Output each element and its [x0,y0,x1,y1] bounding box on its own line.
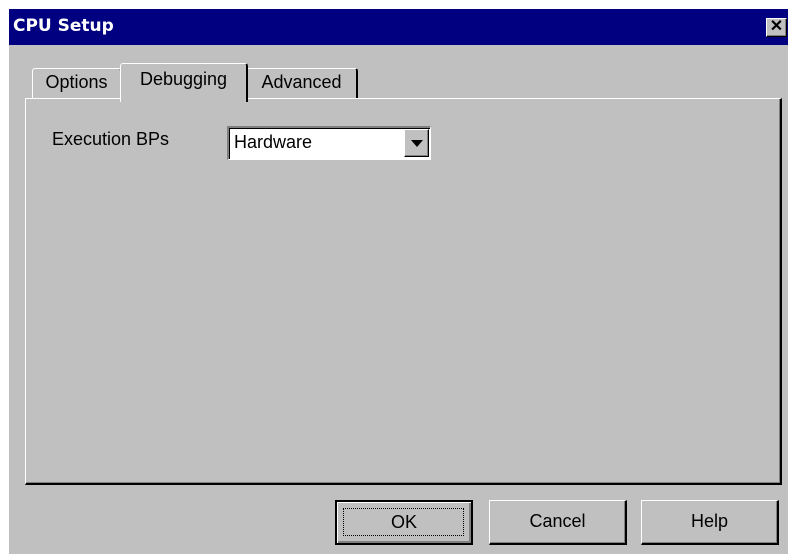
help-button[interactable]: Help [641,500,779,545]
focus-ring [343,508,464,536]
close-button[interactable]: ✕ [766,18,787,37]
execution-bps-select[interactable]: Hardware [227,126,431,160]
cancel-button-label: Cancel [529,511,586,531]
execution-bps-value: Hardware [234,132,313,152]
tab-debugging-label: Debugging [139,69,228,89]
tab-options[interactable]: Options [32,68,122,99]
tab-advanced[interactable]: Advanced [246,68,358,99]
cancel-button[interactable]: Cancel [489,500,627,545]
help-button-label: Help [690,511,729,531]
chevron-down-icon [411,140,423,147]
title-bar[interactable]: CPU Setup ✕ [9,9,788,45]
close-icon: ✕ [769,18,784,35]
execution-bps-label: Execution BPs [52,129,170,149]
window-title: CPU Setup [13,16,114,36]
debugging-tab-panel: Execution BPs Hardware [25,98,782,485]
dropdown-button[interactable] [404,129,429,157]
tab-advanced-label: Advanced [261,72,342,92]
cpu-setup-dialog: CPU Setup ✕ Options Debugging Advanced E… [8,8,788,554]
tab-options-label: Options [45,72,108,92]
ok-button[interactable]: OK [335,500,473,545]
tab-debugging[interactable]: Debugging [120,63,248,102]
